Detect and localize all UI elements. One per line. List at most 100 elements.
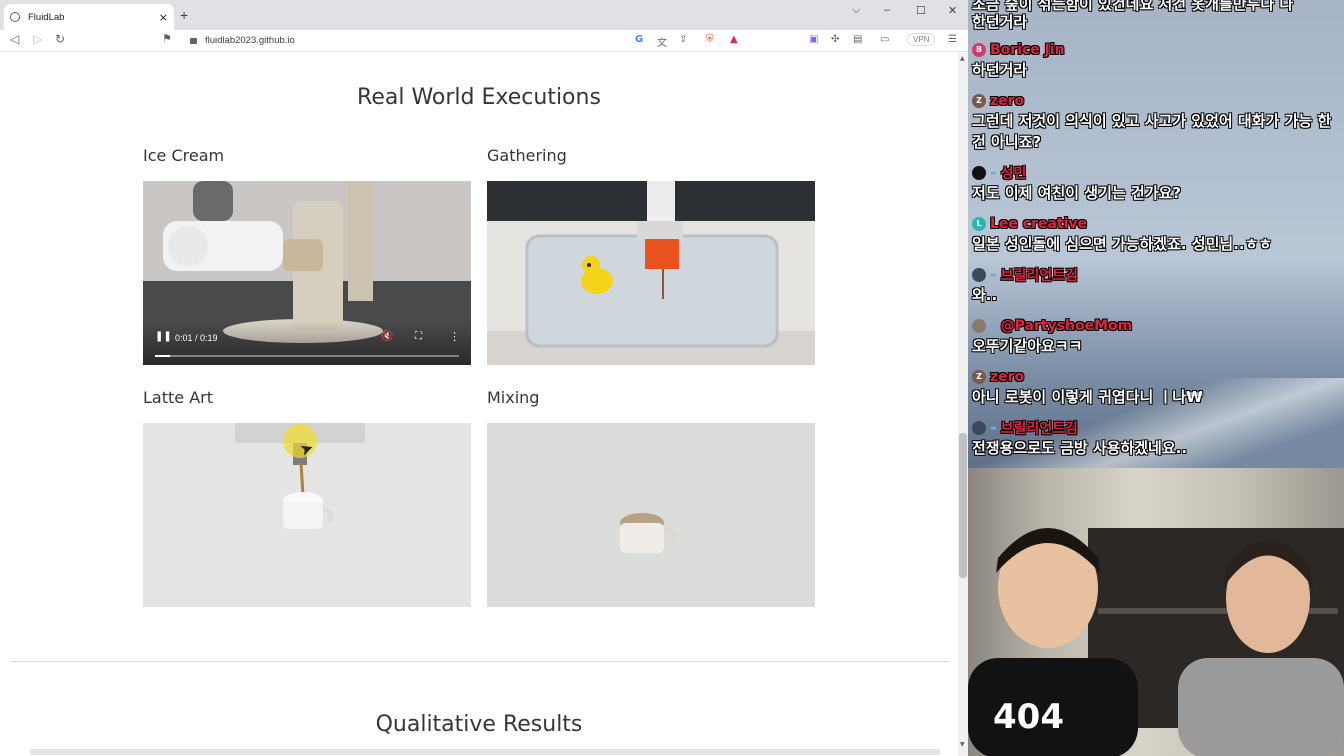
brave-shield-icon[interactable]: ⛨ [706,34,714,45]
brave-rewards-icon[interactable]: ▲ [730,34,738,45]
chat-text: 한던거라 [972,13,1028,31]
avatar [972,268,986,282]
address-bar[interactable]: fluidlab2023.github.io [184,31,754,49]
video-gathering[interactable] [487,181,815,365]
avatar [972,421,986,435]
tab-bar: FluidLab × + ⌵ – ☐ ✕ [0,0,968,30]
lock-icon [190,38,197,44]
chat-text: 하던거라 [972,61,1028,79]
close-window-button[interactable]: ✕ [948,4,957,17]
chat-text: 와.. [972,286,998,304]
menu-icon[interactable]: ☰ [948,34,957,45]
chat-author: ▬ 성민 [972,163,1344,183]
page-content: Real World Executions Ice Cream ❚❚ 0:01 … [0,53,958,756]
extension-m-icon[interactable]: ▣ [809,34,818,45]
avatar: Z [972,370,986,384]
avatar [972,166,986,180]
video-frame-gathering [487,181,815,365]
chat-message: L Lee creative 일본 성인돌에 심으면 가능하겠죠. 성민님..ㅎㅎ [972,214,1344,255]
minimize-button[interactable]: – [884,4,890,16]
video-label-latte-art: Latte Art [143,388,213,407]
video-progress-bar[interactable] [155,355,459,357]
next-section-title: Qualitative Results [375,712,583,737]
share-icon[interactable]: ⇪ [679,34,687,45]
sidebar-icon[interactable]: ▤ [853,34,862,45]
chat-message: Zzero 그런데 저것이 의식이 있고 사고가 있었어 대화가 가능 한건 아니… [972,91,1344,153]
scroll-up-icon[interactable]: ▲ [960,55,965,62]
tab-fluidlab[interactable]: FluidLab × [4,4,174,30]
back-icon[interactable]: ◁ [10,32,19,46]
streamer-right [1178,539,1344,756]
level-badge-icon: ▬ [990,271,997,279]
url-text: fluidlab2023.github.io [205,34,295,46]
chat-author: ▬ 브릴리언트김 [972,418,1344,438]
chat-message: ▬ 브릴리언트김 전쟁용으로도 금방 사용하겠네요.. [972,418,1344,459]
chat-author: ▬ 브릴리언트김 [972,265,1344,285]
video-label-mixing: Mixing [487,388,540,407]
forward-icon[interactable]: ▷ [33,32,42,46]
chat-text: 일본 성인돌에 심으면 가능하겠죠. 성민님..ㅎㅎ [972,235,1273,253]
video-label-gathering: Gathering [487,146,567,165]
video-progress-fill [155,355,171,357]
video-mixing[interactable] [487,423,815,607]
chat-username: @PartyshoeMom [1000,318,1133,334]
chat-author: B Borice Jin [972,40,1344,60]
globe-icon [10,12,20,22]
shirt-text: 404 [993,697,1064,737]
video-frame-mixing [487,423,815,607]
video-label-ice-cream: Ice Cream [143,146,225,165]
chat-text: 전쟁용으로도 금방 사용하겠네요.. [972,439,1188,457]
fullscreen-icon[interactable]: ⛶ [415,331,422,342]
google-icon[interactable]: G [635,34,643,45]
video-controls: ❚❚ 0:01 / 0:19 🔇 ⛶ ⋮ [143,321,471,365]
bookmark-icon[interactable]: ⚑ [162,32,172,45]
close-tab-icon[interactable]: × [159,11,168,24]
video-time: 0:01 / 0:19 [175,333,218,343]
video-ice-cream[interactable]: ❚❚ 0:01 / 0:19 🔇 ⛶ ⋮ [143,181,471,365]
translate-icon[interactable]: 文 [657,34,667,49]
chat-username: Lee creative [990,216,1088,232]
section-divider [10,661,950,662]
mute-icon[interactable]: 🔇 [381,331,393,342]
tab-title: FluidLab [28,11,65,23]
level-badge-icon: ▬ [990,322,997,330]
chat-message: ▬ 성민 저도 이제 여친이 생기는 건가요? [972,163,1344,204]
tab-search-icon[interactable]: ⌵ [852,4,860,17]
chat-username: zero [990,93,1025,109]
chat-text: 아니 로봇이 이렇게 귀엽다니 ㅣ나₩ [972,388,1203,406]
scrollbar-thumb[interactable] [959,433,967,578]
vertical-scrollbar[interactable]: ▲ ▼ [958,53,968,756]
more-options-icon[interactable]: ⋮ [449,330,460,343]
horizontal-scrollbar[interactable] [30,749,940,755]
webcam-feed: 404 [968,468,1344,756]
new-tab-button[interactable]: + [180,7,188,23]
pause-icon[interactable]: ❚❚ [155,331,172,342]
chat-message: ▬ 브릴리언트김 와.. [972,265,1344,306]
reload-icon[interactable]: ↻ [55,32,65,46]
scroll-down-icon[interactable]: ▼ [960,741,965,748]
browser-toolbar: ◁ ▷ ↻ ⚑ fluidlab2023.github.io G 文 ⇪ ⛨ ▲… [0,30,968,52]
chat-text: 그런데 저것이 의식이 있고 사고가 있었어 대화가 가능 한건 아니죠? [972,112,1332,151]
chat-message: B Borice Jin 하던거라 [972,40,1344,81]
streamer-left: 404 [968,528,1138,756]
chat-text: 오뚜기같아요ㅋㅋ [972,337,1083,355]
chat-author: ▬ @PartyshoeMom [972,316,1344,336]
avatar: L [972,217,986,231]
chat-username: Borice Jin [990,42,1065,58]
chat-username: 브릴리언트김 [1000,421,1078,437]
chat-text: 저도 이제 여친이 생기는 건가요? [972,184,1181,202]
live-chat-overlay: 조금 숲이 섞는함이 있건데요 저건 옷개를만두다 다 한던거라 B Borice J… [968,0,1344,468]
chat-message: Zzero 아니 로봇이 이렇게 귀엽다니 ㅣ나₩ [972,367,1344,408]
avatar: Z [972,94,986,108]
chat-author: Zzero [972,367,1344,387]
wallet-icon[interactable]: ▭ [880,34,889,45]
vpn-button[interactable]: VPN [907,33,936,46]
extensions-icon[interactable]: ✣ [831,34,839,45]
level-badge-icon: ▬ [990,424,997,432]
chat-author: L Lee creative [972,214,1344,234]
chat-author: Zzero [972,91,1344,111]
maximize-button[interactable]: ☐ [916,4,926,17]
avatar [972,319,986,333]
chat-message: ▬ @PartyshoeMom 오뚜기같아요ㅋㅋ [972,316,1344,357]
chat-username: 성민 [1000,166,1027,182]
